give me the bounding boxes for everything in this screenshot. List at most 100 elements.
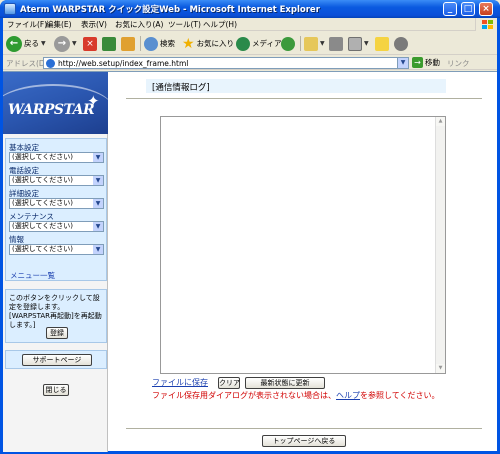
toolbar-divider xyxy=(140,36,141,51)
register-description: このボタンをクリックして設定を登録します。[WARPSTAR再起動]を再起動しま… xyxy=(9,294,102,329)
media-label: メディア xyxy=(252,39,282,48)
edit-page-icon xyxy=(348,36,362,51)
forward-arrow-icon: → xyxy=(54,35,70,52)
refresh-button[interactable] xyxy=(102,35,116,52)
messenger-button[interactable] xyxy=(394,35,408,52)
logo-text: WARPSTAR xyxy=(8,102,95,118)
chevron-down-icon: ▼ xyxy=(93,176,103,185)
nav-basic-select[interactable]: (選択してください) ▼ xyxy=(9,152,104,163)
nav-basic: 基本設定 (選択してください) ▼ xyxy=(9,142,104,163)
star-icon: ✦ xyxy=(87,92,100,110)
print-icon xyxy=(329,36,343,51)
refresh-status-button[interactable]: 最新状態に更新 xyxy=(245,377,325,389)
ie-icon xyxy=(4,3,16,15)
menu-favorites[interactable]: お気に入り(A) xyxy=(115,19,163,30)
back-arrow-icon: ← xyxy=(6,35,22,52)
nav-info-label: 情報 xyxy=(9,235,24,244)
address-input[interactable]: http://web.setup/index_frame.html ▼ xyxy=(43,57,409,69)
mail-button[interactable]: ▼ xyxy=(304,35,325,52)
menu-file[interactable]: ファイル(F) xyxy=(7,19,47,30)
chevron-down-icon: ▼ xyxy=(93,199,103,208)
chevron-down-icon: ▼ xyxy=(320,40,325,47)
select-value: (選択してください) xyxy=(12,176,74,184)
stop-icon: × xyxy=(83,36,97,51)
menu-view[interactable]: 表示(V) xyxy=(81,19,107,30)
nav-basic-label: 基本設定 xyxy=(9,143,39,152)
nav-phone: 電話設定 (選択してください) ▼ xyxy=(9,165,104,186)
nav-maintenance-select[interactable]: (選択してください) ▼ xyxy=(9,221,104,232)
log-textarea[interactable]: ▲ ▼ xyxy=(160,116,446,374)
search-button[interactable]: 検索 xyxy=(144,35,175,52)
scroll-down-icon[interactable]: ▼ xyxy=(436,364,445,373)
windows-logo-icon xyxy=(475,18,497,31)
address-url: http://web.setup/index_frame.html xyxy=(58,59,189,68)
save-help-message: ファイル保存用ダイアログが表示されない場合は、ヘルプを参照してください。 xyxy=(152,390,452,401)
menu-list-link[interactable]: メニュー一覧 xyxy=(10,270,55,281)
top-page-button[interactable]: トップページへ戻る xyxy=(262,435,346,447)
note-icon xyxy=(375,36,389,51)
menu-bar: ファイル(F) 編集(E) 表示(V) お気に入り(A) ツール(T) ヘルプ(… xyxy=(3,18,497,31)
search-label: 検索 xyxy=(160,39,175,48)
nav-detail-label: 詳細設定 xyxy=(9,189,39,198)
history-icon xyxy=(281,36,295,51)
help-link[interactable]: ヘルプ xyxy=(336,391,360,400)
browser-window: Aterm WARPSTAR クイック設定Web - Microsoft Int… xyxy=(0,0,500,454)
select-value: (選択してください) xyxy=(12,153,74,161)
select-value: (選択してください) xyxy=(12,222,74,230)
forward-button[interactable]: → ▼ xyxy=(54,35,77,52)
go-button[interactable]: → 移動 xyxy=(412,57,440,68)
minimize-button[interactable]: _ xyxy=(443,2,457,16)
messenger-icon xyxy=(394,36,408,51)
home-button[interactable] xyxy=(121,35,135,52)
maximize-button[interactable]: □ xyxy=(461,2,475,16)
clear-button[interactable]: クリア xyxy=(218,377,240,389)
stop-button[interactable]: × xyxy=(83,35,97,52)
toolbar: ← 戻る ▼ → ▼ × 検索 ★ お気に入り メディア ▼ ▼ xyxy=(3,32,497,55)
address-label: アドレス(D) xyxy=(6,59,48,68)
home-icon xyxy=(121,36,135,51)
left-frame: WARPSTAR ✦ 基本設定 (選択してください) ▼ 電話設定 (選択してくだ… xyxy=(3,72,108,452)
mail-icon xyxy=(304,36,318,51)
nav-maintenance-label: メンテナンス xyxy=(9,212,54,221)
settings-nav: 基本設定 (選択してください) ▼ 電話設定 (選択してください) ▼ 詳細設定 (… xyxy=(5,138,107,281)
discuss-button[interactable] xyxy=(375,35,389,52)
toolbar-divider xyxy=(300,36,301,51)
nav-info-select[interactable]: (選択してください) ▼ xyxy=(9,244,104,255)
menu-tools[interactable]: ツール(T) xyxy=(168,19,201,30)
links-label[interactable]: リンク xyxy=(447,58,470,69)
chevron-down-icon: ▼ xyxy=(93,222,103,231)
close-page-button[interactable]: 閉じる xyxy=(43,384,69,396)
title-bar: Aterm WARPSTAR クイック設定Web - Microsoft Int… xyxy=(0,0,500,18)
select-value: (選択してください) xyxy=(12,245,74,253)
back-label: 戻る xyxy=(24,39,39,48)
favorites-label: お気に入り xyxy=(196,39,235,48)
support-page-button[interactable]: サポートページ xyxy=(22,354,92,366)
print-button[interactable] xyxy=(329,35,343,52)
close-button[interactable]: × xyxy=(479,2,493,16)
media-button[interactable]: メディア xyxy=(236,35,281,52)
register-button[interactable]: 登録 xyxy=(46,327,68,339)
menu-help[interactable]: ヘルプ(H) xyxy=(203,19,237,30)
edit-button[interactable]: ▼ xyxy=(348,35,369,52)
chevron-down-icon: ▼ xyxy=(72,40,77,47)
register-panel: このボタンをクリックして設定を登録します。[WARPSTAR再起動]を再起動しま… xyxy=(5,289,107,343)
history-button[interactable] xyxy=(281,35,295,52)
nav-info: 情報 (選択してください) ▼ xyxy=(9,234,104,255)
nav-detail-select[interactable]: (選択してください) ▼ xyxy=(9,198,104,209)
save-to-file-link[interactable]: ファイルに保存 xyxy=(152,377,208,388)
top-divider xyxy=(126,98,482,99)
address-bar: アドレス(D) http://web.setup/index_frame.htm… xyxy=(3,56,497,70)
favorites-button[interactable]: ★ お気に入り xyxy=(182,35,234,52)
media-icon xyxy=(236,36,250,51)
refresh-icon xyxy=(102,36,116,51)
nav-phone-select[interactable]: (選択してください) ▼ xyxy=(9,175,104,186)
menu-edit[interactable]: 編集(E) xyxy=(46,19,72,30)
scroll-up-icon[interactable]: ▲ xyxy=(436,117,445,126)
support-panel: サポートページ xyxy=(5,350,107,369)
log-scrollbar[interactable]: ▲ ▼ xyxy=(435,117,445,373)
chevron-down-icon: ▼ xyxy=(364,40,369,47)
address-dropdown-icon[interactable]: ▼ xyxy=(397,58,408,68)
search-icon xyxy=(144,36,158,51)
message-text: ファイル保存用ダイアログが表示されない場合は、 xyxy=(152,391,336,400)
back-button[interactable]: ← 戻る ▼ xyxy=(6,35,46,52)
